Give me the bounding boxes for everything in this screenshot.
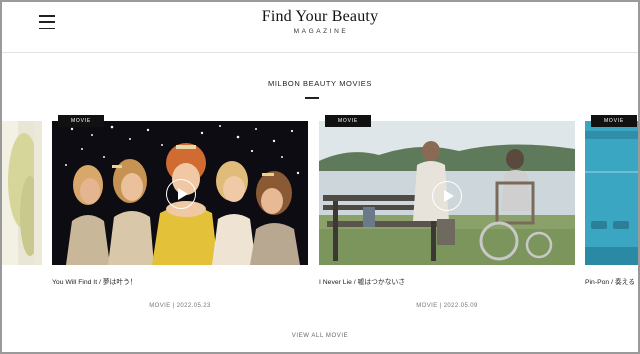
movie-title[interactable]: I Never Lie / 嘘はつかないさ [319, 276, 405, 286]
movie-badge: MOVIE [591, 115, 637, 127]
section-divider [305, 97, 319, 99]
movie-title[interactable]: Pin-Pon / 奏える [585, 276, 635, 286]
view-all-movie-link[interactable]: VIEW ALL MOVIE [0, 333, 640, 339]
movie-title[interactable]: You Will Find It / 夢は叶う！ [52, 276, 137, 286]
movie-thumbnail[interactable] [0, 121, 42, 265]
movie-badge: MOVIE [325, 115, 371, 127]
movie-badge: MOVIE [58, 115, 104, 127]
movie-meta: MOVIE | 2022.05.23 [149, 303, 211, 309]
movie-thumbnail[interactable] [585, 121, 640, 265]
site-logo[interactable]: Find Your Beauty MAGAZINE [0, 8, 640, 35]
section-title: MILBON BEAUTY MOVIES [268, 79, 372, 88]
logo-subtitle: MAGAZINE [293, 28, 349, 35]
movie-thumbnail[interactable] [52, 121, 308, 265]
play-icon[interactable] [432, 181, 462, 211]
play-icon[interactable] [166, 179, 196, 209]
movie-meta: MOVIE | 2022.05.09 [416, 303, 478, 309]
movie-thumbnail[interactable] [319, 121, 575, 265]
site-header: Find Your Beauty MAGAZINE [0, 0, 640, 53]
logo-title: Find Your Beauty [261, 8, 379, 25]
